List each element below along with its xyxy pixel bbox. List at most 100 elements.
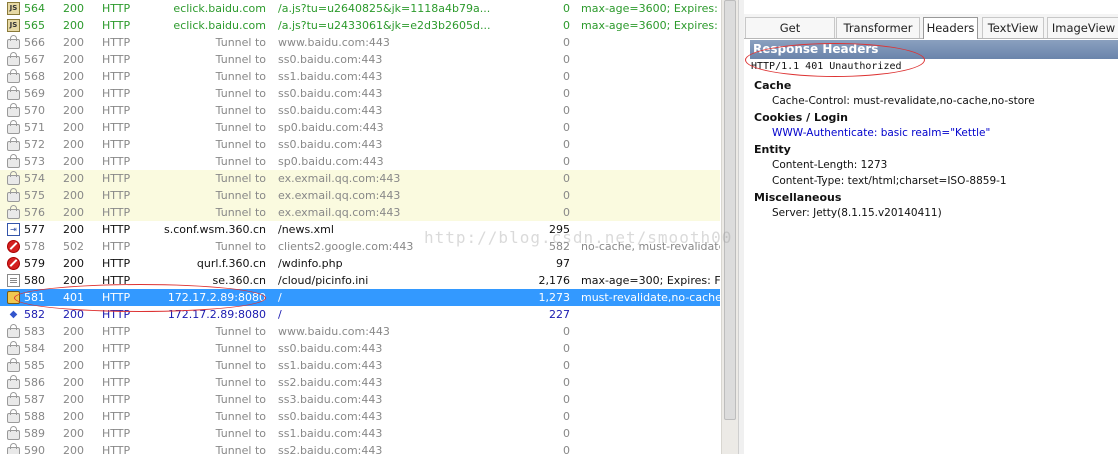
session-row[interactable]: 583 200 HTTP Tunnel to www.baidu.com:443 0 <box>0 323 720 340</box>
body-size: 0 <box>563 359 570 372</box>
protocol: HTTP <box>102 53 131 66</box>
session-row[interactable]: 575 200 HTTP Tunnel to ex.exmail.qq.com:443 0 <box>0 187 720 204</box>
session-row[interactable]: 574 200 HTTP Tunnel to ex.exmail.qq.com:443 0 <box>0 170 720 187</box>
result-code: 200 <box>63 427 84 440</box>
session-list[interactable]: JS 564 200 HTTP eclick.baidu.com/a.js?tu=u26… <box>0 0 720 454</box>
body-size: 227 <box>549 308 570 321</box>
session-list-scrollbar[interactable] <box>721 0 738 454</box>
body-size: 97 <box>556 257 570 270</box>
lock-icon <box>6 34 22 51</box>
session-row[interactable]: 576 200 HTTP Tunnel to ex.exmail.qq.com:443 0 <box>0 204 720 221</box>
host: Tunnel to <box>215 121 266 134</box>
scrollbar-thumb[interactable] <box>724 0 736 420</box>
url: ss1.baidu.com:443 <box>278 70 383 83</box>
caching: no-cache, must-revalidate <box>581 240 720 253</box>
header-group-title: Cache <box>754 79 792 92</box>
session-row[interactable]: 570 200 HTTP Tunnel to ss0.baidu.com:443 0 <box>0 102 720 119</box>
body-size: 295 <box>549 223 570 236</box>
session-row[interactable]: 568 200 HTTP Tunnel to ss1.baidu.com:443 0 <box>0 68 720 85</box>
tab-transformer[interactable]: Transformer <box>836 17 920 38</box>
session-row[interactable]: 571 200 HTTP Tunnel to sp0.baidu.com:443 0 <box>0 119 720 136</box>
url: ss1.baidu.com:443 <box>278 427 383 440</box>
url: ss0.baidu.com:443 <box>278 342 383 355</box>
url: ex.exmail.qq.com:443 <box>278 189 401 202</box>
protocol: HTTP <box>102 138 131 151</box>
header-group-title: Miscellaneous <box>754 191 842 204</box>
host: eclick.baidu.com <box>173 19 266 32</box>
session-row[interactable]: ◆ 582 200 HTTP 172.17.2.89:8080 / 227 <box>0 306 720 323</box>
session-row[interactable]: 586 200 HTTP Tunnel to ss2.baidu.com:443 0 <box>0 374 720 391</box>
tab-headers[interactable]: Headers <box>923 17 978 39</box>
session-row[interactable]: 569 200 HTTP Tunnel to ss0.baidu.com:443 0 <box>0 85 720 102</box>
url: /news.xml <box>278 223 334 236</box>
lock-icon <box>6 357 22 374</box>
result-code: 200 <box>63 206 84 219</box>
host: Tunnel to <box>215 36 266 49</box>
body-size: 0 <box>563 155 570 168</box>
session-row[interactable]: 587 200 HTTP Tunnel to ss3.baidu.com:443 0 <box>0 391 720 408</box>
session-number: 566 <box>24 36 45 49</box>
session-row[interactable]: 589 200 HTTP Tunnel to ss1.baidu.com:443 0 <box>0 425 720 442</box>
host: Tunnel to <box>215 240 266 253</box>
session-row[interactable]: JS 564 200 HTTP eclick.baidu.com/a.js?tu=u26… <box>0 0 720 17</box>
host: Tunnel to <box>215 427 266 440</box>
protocol: HTTP <box>102 257 131 270</box>
url: sp0.baidu.com:443 <box>278 121 384 134</box>
host: Tunnel to <box>215 155 266 168</box>
header-value-link[interactable]: WWW-Authenticate: basic realm="Kettle" <box>772 127 990 139</box>
session-row[interactable]: 573 200 HTTP Tunnel to sp0.baidu.com:443 0 <box>0 153 720 170</box>
protocol: HTTP <box>102 172 131 185</box>
session-row[interactable]: 588 200 HTTP Tunnel to ss0.baidu.com:443 0 <box>0 408 720 425</box>
session-number: 580 <box>24 274 45 287</box>
tab-get-syntaxview[interactable]: Get SyntaxView <box>745 17 835 55</box>
url: ss2.baidu.com:443 <box>278 376 383 389</box>
session-row[interactable]: 590 200 HTTP Tunnel to ss2.baidu.com:443 0 <box>0 442 720 454</box>
host: Tunnel to <box>215 359 266 372</box>
header-value: Server: Jetty(8.1.15.v20140411) <box>772 207 942 219</box>
host: 172.17.2.89:8080 <box>167 308 266 321</box>
session-number: 569 <box>24 87 45 100</box>
session-row[interactable]: 566 200 HTTP Tunnel to www.baidu.com:443 0 <box>0 34 720 51</box>
session-row[interactable]: JS 565 200 HTTP eclick.baidu.com/a.js?tu=u24… <box>0 17 720 34</box>
host: Tunnel to <box>215 410 266 423</box>
response-headers-title: Response Headers <box>750 40 1118 59</box>
tab-imageview[interactable]: ImageView <box>1047 17 1118 38</box>
session-row[interactable]: 578 502 HTTP Tunnel to clients2.google.com:4… <box>0 238 720 255</box>
result-code: 200 <box>63 189 84 202</box>
lock-icon <box>6 68 22 85</box>
body-size: 0 <box>563 104 570 117</box>
session-number: 564 <box>24 2 45 15</box>
result-code: 200 <box>63 342 84 355</box>
stop-icon <box>6 255 22 272</box>
js-icon: JS <box>6 0 22 17</box>
body-size: 0 <box>563 393 570 406</box>
session-row[interactable]: 581 401 HTTP 172.17.2.89:8080 / 1,273 must-rev… <box>0 289 720 306</box>
protocol: HTTP <box>102 393 131 406</box>
session-row[interactable]: 567 200 HTTP Tunnel to ss0.baidu.com:443 0 <box>0 51 720 68</box>
lock-icon <box>6 340 22 357</box>
body-size: 0 <box>563 325 570 338</box>
session-number: 578 <box>24 240 45 253</box>
protocol: HTTP <box>102 444 131 454</box>
result-code: 200 <box>63 359 84 372</box>
host: Tunnel to <box>215 393 266 406</box>
body-size: 0 <box>563 189 570 202</box>
body-size: 0 <box>563 87 570 100</box>
stop-icon <box>6 238 22 255</box>
url: www.baidu.com:443 <box>278 36 390 49</box>
lock-icon <box>6 85 22 102</box>
url: /cloud/picinfo.ini <box>278 274 369 287</box>
session-row[interactable]: 580 200 HTTP se.360.cn/cloud/picinfo.ini 2,1… <box>0 272 720 289</box>
protocol: HTTP <box>102 155 131 168</box>
protocol: HTTP <box>102 189 131 202</box>
session-row[interactable]: 584 200 HTTP Tunnel to ss0.baidu.com:443 0 <box>0 340 720 357</box>
session-row[interactable]: 585 200 HTTP Tunnel to ss1.baidu.com:443 0 <box>0 357 720 374</box>
session-row[interactable]: 579 200 HTTP qurl.f.360.cn/wdinfo.php 97 <box>0 255 720 272</box>
session-row[interactable]: ⇥ 577 200 HTTP s.conf.wsm.360.cn/news.xml 295 <box>0 221 720 238</box>
session-number: 583 <box>24 325 45 338</box>
session-row[interactable]: 572 200 HTTP Tunnel to ss0.baidu.com:443 0 <box>0 136 720 153</box>
lock-icon <box>6 323 22 340</box>
tab-textview[interactable]: TextView <box>982 17 1044 38</box>
session-number: 577 <box>24 223 45 236</box>
session-number: 573 <box>24 155 45 168</box>
